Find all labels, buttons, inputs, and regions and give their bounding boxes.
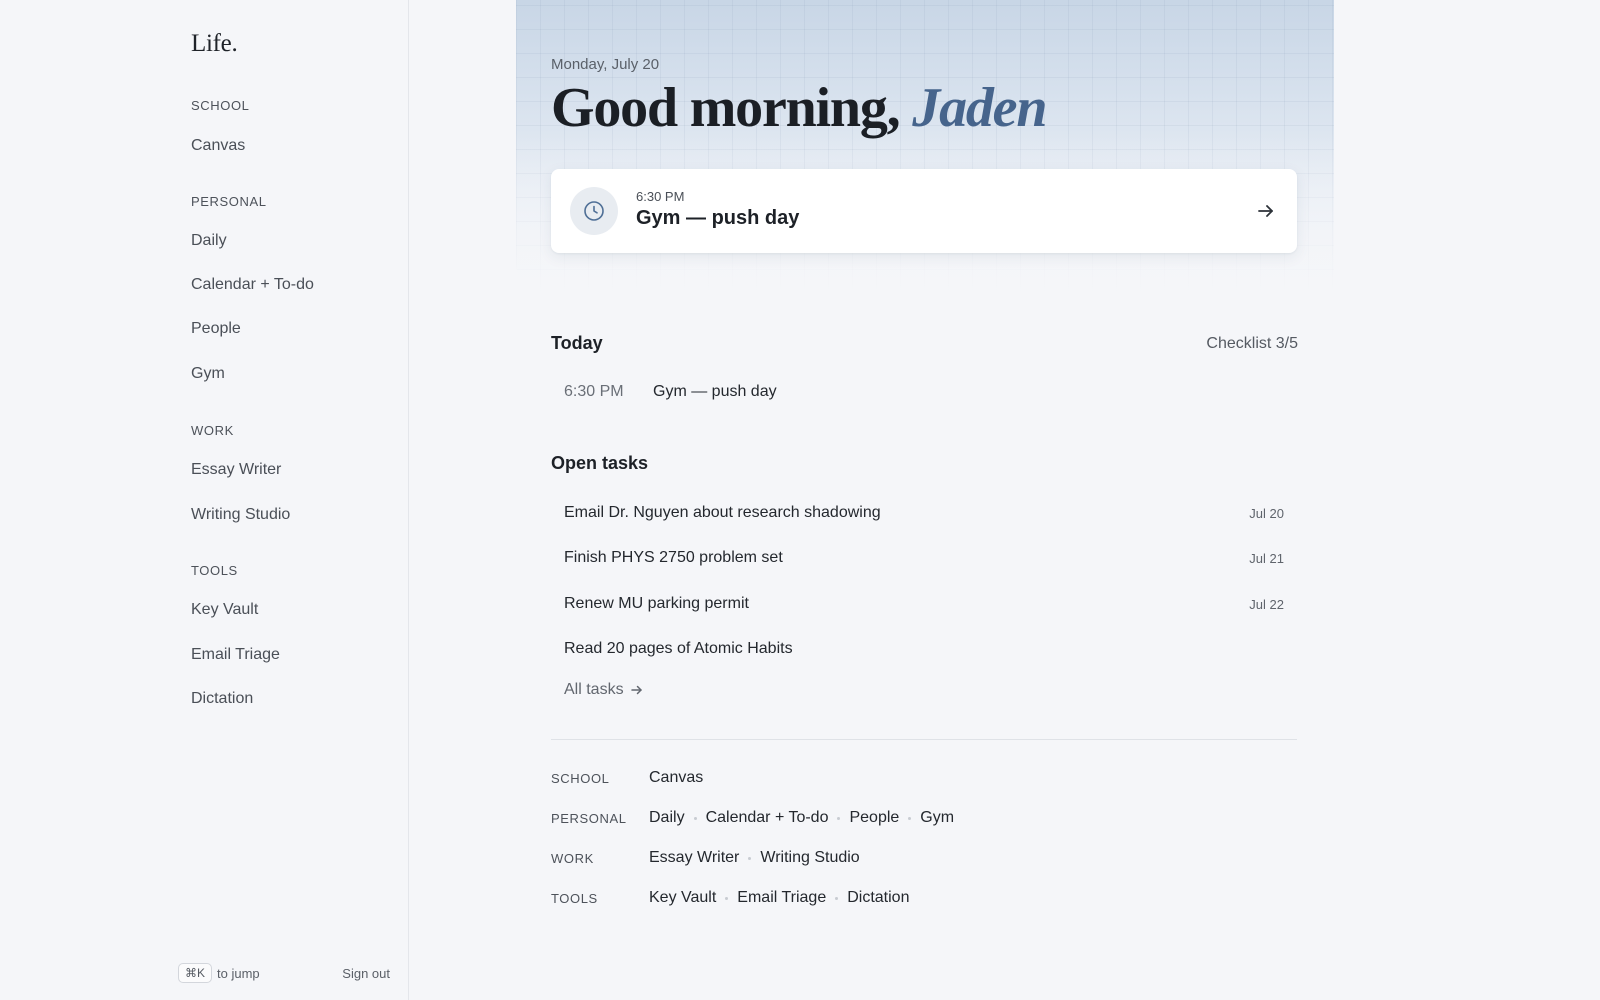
- arrow-right-icon[interactable]: [1255, 200, 1277, 222]
- task-due-date: Jul 22: [1249, 596, 1284, 612]
- today-event-time: 6:30 PM: [564, 383, 624, 400]
- task-due-date: Jul 20: [1249, 505, 1284, 521]
- sidebar: Life. SCHOOL Canvas PERSONAL Daily Calen…: [0, 0, 409, 1000]
- sidebar-item-dictation[interactable]: Dictation: [191, 690, 253, 708]
- task-text: Renew MU parking permit: [564, 595, 749, 612]
- shortcut-key-badge: ⌘K: [178, 963, 213, 983]
- separator-dot: [908, 816, 912, 820]
- sidebar-item-essay-writer[interactable]: Essay Writer: [191, 461, 281, 479]
- user-name: Jaden: [912, 77, 1047, 139]
- next-event-time: 6:30 PM: [636, 189, 685, 204]
- directory-label: SCHOOL: [551, 770, 610, 786]
- greeting-text: Good morning,: [551, 77, 901, 139]
- separator-dot: [725, 896, 729, 900]
- today-heading: Today: [551, 333, 603, 353]
- task-row[interactable]: Email Dr. Nguyen about research shadowin…: [551, 493, 1297, 533]
- sidebar-item-writing-studio[interactable]: Writing Studio: [191, 506, 290, 524]
- directory-link-calendar-todo[interactable]: Calendar + To-do: [706, 809, 829, 827]
- sign-out-link[interactable]: Sign out: [342, 966, 390, 981]
- directory-link-email-triage[interactable]: Email Triage: [737, 889, 826, 907]
- app-logo[interactable]: Life.: [191, 30, 238, 58]
- sidebar-section-tools: TOOLS: [191, 563, 238, 578]
- task-row[interactable]: Renew MU parking permit Jul 22: [551, 584, 1297, 624]
- all-tasks-link[interactable]: All tasks: [564, 681, 644, 699]
- checklist-progress[interactable]: Checklist 3/5: [1206, 335, 1298, 353]
- sidebar-item-gym[interactable]: Gym: [191, 365, 225, 383]
- directory-link-canvas[interactable]: Canvas: [649, 769, 703, 787]
- directory-label: PERSONAL: [551, 810, 627, 826]
- task-row[interactable]: Finish PHYS 2750 problem set Jul 21: [551, 538, 1297, 578]
- directory-link-people[interactable]: People: [849, 809, 899, 827]
- sidebar-item-calendar-todo[interactable]: Calendar + To-do: [191, 276, 314, 294]
- section-divider: [551, 739, 1297, 740]
- separator-dot: [835, 896, 839, 900]
- sidebar-item-email-triage[interactable]: Email Triage: [191, 646, 280, 664]
- all-tasks-label: All tasks: [564, 681, 624, 698]
- today-event-title[interactable]: Gym — push day: [653, 383, 777, 401]
- sidebar-item-people[interactable]: People: [191, 320, 241, 338]
- directory-label: WORK: [551, 850, 594, 866]
- sidebar-footer: ⌘K to jump Sign out: [178, 961, 390, 985]
- task-text: Email Dr. Nguyen about research shadowin…: [564, 504, 881, 521]
- greeting-heading: Good morning, Jaden: [551, 76, 1047, 140]
- task-text: Finish PHYS 2750 problem set: [564, 549, 783, 566]
- directory-link-writing-studio[interactable]: Writing Studio: [760, 849, 859, 867]
- directory-label: TOOLS: [551, 890, 598, 906]
- directory-link-essay-writer[interactable]: Essay Writer: [649, 849, 739, 867]
- task-due-date: Jul 21: [1249, 550, 1284, 566]
- sidebar-item-canvas[interactable]: Canvas: [191, 137, 245, 155]
- sidebar-item-key-vault[interactable]: Key Vault: [191, 601, 258, 619]
- jump-shortcut-hint[interactable]: ⌘K to jump: [178, 963, 260, 983]
- task-text: Read 20 pages of Atomic Habits: [564, 640, 793, 657]
- sidebar-section-school: SCHOOL: [191, 98, 250, 113]
- next-event-card[interactable]: 6:30 PM Gym — push day: [551, 169, 1297, 253]
- next-event-title: Gym — push day: [636, 207, 800, 229]
- task-row[interactable]: Read 20 pages of Atomic Habits: [551, 629, 1297, 669]
- arrow-right-icon: [630, 685, 642, 695]
- sidebar-section-work: WORK: [191, 423, 234, 438]
- sidebar-section-personal: PERSONAL: [191, 194, 267, 209]
- separator-dot: [837, 816, 841, 820]
- open-tasks-heading: Open tasks: [551, 453, 649, 473]
- current-date: Monday, July 20: [551, 56, 660, 73]
- shortcut-hint-text: to jump: [217, 965, 260, 981]
- separator-dot: [693, 816, 697, 820]
- separator-dot: [748, 856, 752, 860]
- directory-row-work: WORK Essay Writer Writing Studio: [551, 846, 860, 870]
- directory-row-personal: PERSONAL Daily Calendar + To-do People G…: [551, 806, 954, 830]
- directory-row-school: SCHOOL Canvas: [551, 766, 703, 790]
- sidebar-item-daily[interactable]: Daily: [191, 232, 227, 250]
- directory-link-key-vault[interactable]: Key Vault: [649, 889, 716, 907]
- directory-link-daily[interactable]: Daily: [649, 809, 685, 827]
- directory-link-gym[interactable]: Gym: [920, 809, 954, 827]
- directory-link-dictation[interactable]: Dictation: [847, 889, 909, 907]
- directory-row-tools: TOOLS Key Vault Email Triage Dictation: [551, 886, 909, 910]
- app-root: Life. SCHOOL Canvas PERSONAL Daily Calen…: [0, 0, 1600, 1000]
- clock-icon: [570, 187, 618, 235]
